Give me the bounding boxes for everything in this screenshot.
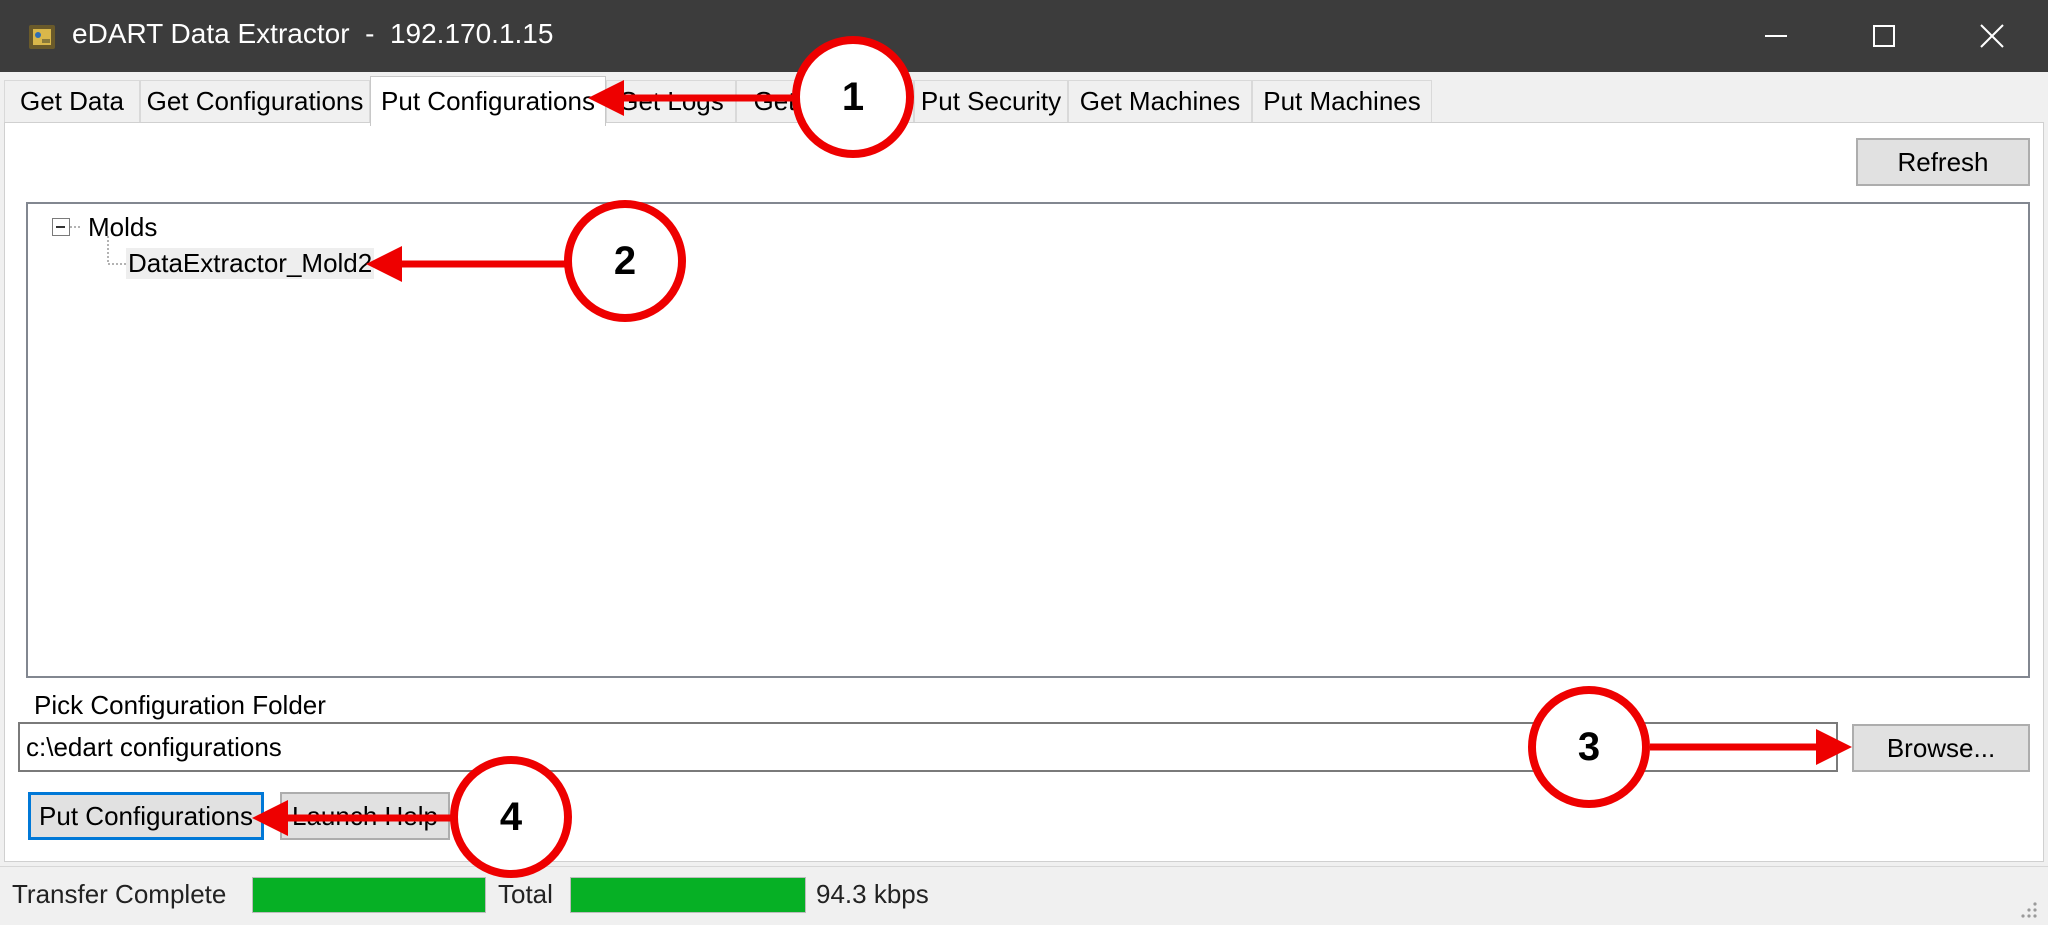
annotation-arrowhead-4 [252,800,288,836]
callout-2: 2 [564,200,686,322]
annotation-arrowhead-2 [366,246,402,282]
callout-3: 3 [1528,686,1650,808]
annotation-arrows [252,80,1852,836]
callout-4: 4 [450,756,572,878]
callout-1: 1 [792,36,914,158]
annotation-arrowhead-1 [588,80,624,116]
annotation-arrowhead-3 [1816,729,1852,765]
